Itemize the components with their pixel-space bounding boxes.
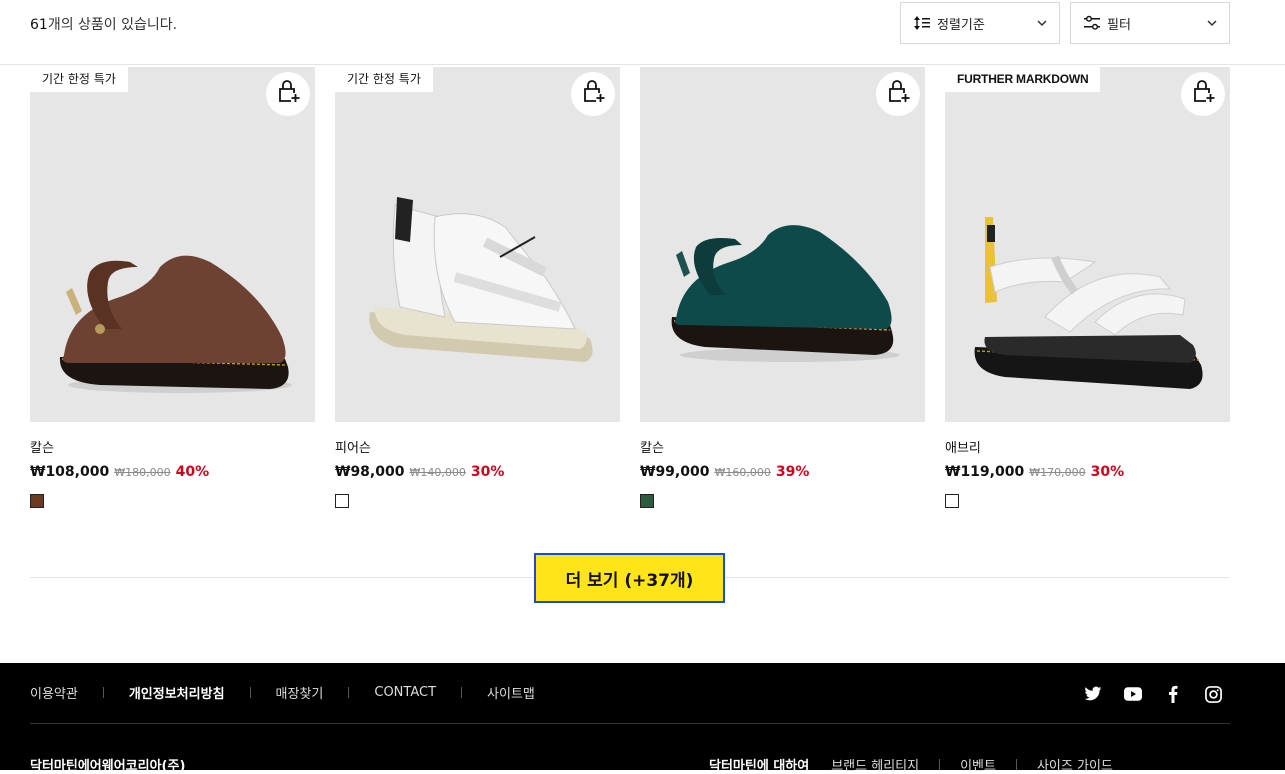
original-price: ₩170,000: [1029, 466, 1086, 479]
footer-link-store-locator[interactable]: 매장찾기: [276, 683, 324, 702]
instagram-icon[interactable]: [1203, 684, 1223, 704]
product-badge: 기간 한정 특가: [30, 67, 128, 92]
discount-rate: 39%: [775, 464, 810, 480]
footer-link-privacy[interactable]: 개인정보처리방침: [129, 683, 225, 702]
site-footer: 이용약관 개인정보처리방침 매장찾기 CONTACT 사이트맵 닥터마틴에어웨어…: [0, 663, 1285, 774]
color-swatch[interactable]: [335, 494, 349, 508]
original-price: ₩140,000: [409, 466, 466, 479]
product-card[interactable]: FURTHER MARKDOWN 애브리 ₩119,000 ₩170,000 3…: [945, 67, 1230, 508]
product-prices: ₩98,000 ₩140,000 30%: [335, 464, 620, 480]
product-card[interactable]: 칼슨 ₩99,000 ₩160,000 39%: [640, 67, 925, 508]
add-to-cart-button[interactable]: [266, 72, 310, 116]
footer-link-contact[interactable]: CONTACT: [374, 685, 436, 700]
footer-link-terms[interactable]: 이용약관: [30, 683, 78, 702]
footer-links: 이용약관 개인정보처리방침 매장찾기 CONTACT 사이트맵: [30, 683, 535, 702]
product-name[interactable]: 칼슨: [640, 437, 925, 456]
footer-link-sitemap[interactable]: 사이트맵: [487, 683, 535, 702]
mule-shoe-image: [671, 225, 900, 362]
original-price: ₩160,000: [714, 466, 771, 479]
footer-links-secondary: 닥터마틴에 대하여 브랜드 헤리티지 이벤트 사이즈 가이드: [709, 755, 1113, 774]
result-count: 61개의 상품이 있습니다.: [30, 14, 177, 34]
sort-label: 정렬기준: [937, 17, 985, 33]
sandal-shoe-image: [974, 217, 1203, 389]
divider: [102, 687, 104, 698]
product-image[interactable]: 기간 한정 특가: [335, 67, 620, 422]
divider: [249, 687, 251, 698]
color-swatch[interactable]: [30, 494, 44, 508]
product-prices: ₩108,000 ₩180,000 40%: [30, 464, 315, 480]
sale-price: ₩108,000: [30, 464, 110, 480]
footer-link-heritage[interactable]: 브랜드 헤리티지: [831, 755, 919, 774]
sort-icon: [913, 14, 931, 32]
filter-label: 필터: [1107, 17, 1131, 33]
listing-toolbar: 61개의 상품이 있습니다. 정렬기준 필터: [0, 0, 1285, 65]
discount-rate: 40%: [175, 464, 210, 480]
add-to-cart-button[interactable]: [876, 72, 920, 116]
shopping-bag-plus-icon: [275, 80, 301, 108]
footer-link-size-guide[interactable]: 사이즈 가이드: [1037, 755, 1113, 774]
discount-rate: 30%: [1090, 464, 1125, 480]
shopping-bag-plus-icon: [580, 80, 606, 108]
facebook-icon[interactable]: [1163, 684, 1183, 704]
divider: [461, 687, 463, 698]
product-image[interactable]: 기간 한정 특가: [30, 67, 315, 422]
divider: [939, 759, 941, 770]
product-name[interactable]: 애브리: [945, 437, 1230, 456]
filter-sliders-icon: [1083, 14, 1101, 32]
product-prices: ₩99,000 ₩160,000 39%: [640, 464, 925, 480]
filter-dropdown[interactable]: 필터: [1070, 2, 1230, 44]
product-prices: ₩119,000 ₩170,000 30%: [945, 464, 1230, 480]
add-to-cart-button[interactable]: [571, 72, 615, 116]
chevron-down-icon: [1035, 16, 1049, 30]
sale-price: ₩99,000: [640, 464, 710, 480]
load-more-button[interactable]: 더 보기 (+37개): [534, 553, 725, 603]
footer-link-events[interactable]: 이벤트: [960, 755, 996, 774]
sort-dropdown[interactable]: 정렬기준: [900, 2, 1060, 44]
company-name: 닥터마틴에어웨어코리아(주): [30, 759, 186, 774]
product-card[interactable]: 기간 한정 특가 칼슨 ₩108,000 ₩180,000 40%: [30, 67, 315, 508]
product-image[interactable]: [640, 67, 925, 422]
chevron-down-icon: [1205, 16, 1219, 30]
footer-link-about[interactable]: 닥터마틴에 대하여: [709, 755, 809, 774]
twitter-icon[interactable]: [1083, 684, 1103, 704]
shopping-bag-plus-icon: [1190, 80, 1216, 108]
discount-rate: 30%: [470, 464, 505, 480]
product-badge: FURTHER MARKDOWN: [945, 67, 1101, 92]
social-links: [1083, 684, 1223, 704]
sandal-shoe-image: [369, 197, 593, 362]
shopping-bag-plus-icon: [885, 80, 911, 108]
footer-divider: [30, 723, 1230, 724]
color-swatch[interactable]: [945, 494, 959, 508]
add-to-cart-button[interactable]: [1181, 72, 1225, 116]
divider: [1015, 759, 1017, 770]
result-count-number: 61: [30, 17, 48, 33]
sale-price: ₩98,000: [335, 464, 405, 480]
product-card[interactable]: 기간 한정 특가 피어슨 ₩98,000 ₩140,000 30%: [335, 67, 620, 508]
product-name[interactable]: 피어슨: [335, 437, 620, 456]
sale-price: ₩119,000: [945, 464, 1025, 480]
divider: [348, 687, 350, 698]
mule-shoe-image: [59, 255, 292, 393]
youtube-icon[interactable]: [1123, 684, 1143, 704]
product-image[interactable]: FURTHER MARKDOWN: [945, 67, 1230, 422]
product-grid: 기간 한정 특가 칼슨 ₩108,000 ₩180,000 40% 기간 한정 …: [30, 67, 1230, 527]
color-swatch[interactable]: [640, 494, 654, 508]
product-badge: 기간 한정 특가: [335, 67, 433, 92]
original-price: ₩180,000: [114, 466, 171, 479]
product-name[interactable]: 칼슨: [30, 437, 315, 456]
result-count-suffix: 개의 상품이 있습니다.: [47, 17, 178, 33]
